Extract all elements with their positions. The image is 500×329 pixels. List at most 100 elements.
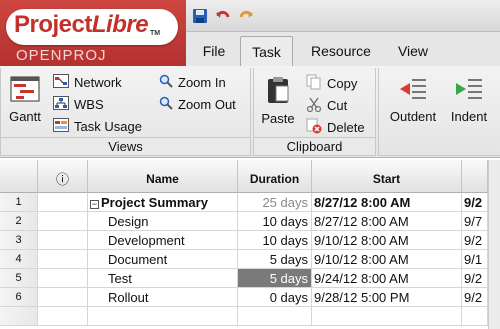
paste-label: Paste (261, 111, 295, 126)
info-cell[interactable] (38, 269, 88, 288)
save-icon[interactable] (190, 6, 210, 26)
task-name-cell[interactable]: Test (88, 269, 238, 288)
row-number[interactable] (0, 307, 38, 326)
info-cell[interactable] (38, 193, 88, 212)
table-row[interactable]: 1 − Project Summary 25 days 8/27/12 8:00 AM 9… (0, 193, 500, 212)
tab-task[interactable]: Task (240, 36, 293, 66)
wbs-button[interactable]: WBS (53, 96, 104, 113)
finish-cell[interactable]: 9/2 (462, 288, 488, 307)
delete-label: Delete (327, 120, 365, 135)
copy-button[interactable]: Copy (306, 74, 357, 93)
task-name: Document (108, 252, 168, 267)
gantt-label: Gantt (9, 109, 41, 124)
table-row[interactable]: 4 Document 5 days 9/10/12 8:00 AM 9/1 (0, 250, 500, 269)
row-number[interactable]: 3 (0, 231, 38, 250)
ribbon-tabs: File Task Resource View (186, 32, 500, 66)
delete-button[interactable]: Delete (306, 118, 365, 137)
duration-cell[interactable] (238, 307, 312, 326)
logo-trademark: TM (150, 30, 161, 37)
info-cell[interactable] (38, 212, 88, 231)
finish-cell[interactable]: 9/2 (462, 269, 488, 288)
task-name-cell[interactable]: Document (88, 250, 238, 269)
duration-cell[interactable]: 5 days (238, 269, 312, 288)
table-row[interactable]: 2 Design 10 days 8/27/12 8:00 AM 9/7 (0, 212, 500, 231)
duration-header[interactable]: Duration (238, 160, 312, 193)
quick-access-toolbar (186, 0, 500, 32)
finish-cell[interactable]: 9/7 (462, 212, 488, 231)
gantt-icon (10, 76, 40, 102)
task-name: Development (108, 233, 185, 248)
start-cell[interactable] (312, 307, 462, 326)
vertical-scrollbar[interactable] (488, 160, 500, 329)
tab-resource[interactable]: Resource (300, 36, 382, 66)
indent-icon (456, 79, 482, 99)
finish-cell[interactable] (462, 307, 488, 326)
table-row[interactable]: 6 Rollout 0 days 9/28/12 5:00 PM 9/2 (0, 288, 500, 307)
start-cell[interactable]: 9/10/12 8:00 AM (312, 250, 462, 269)
zoom-in-label: Zoom In (178, 75, 226, 90)
paste-icon (268, 77, 289, 103)
name-header[interactable]: Name (88, 160, 238, 193)
duration-cell[interactable]: 10 days (238, 231, 312, 250)
task-usage-icon (53, 118, 69, 135)
duration-cell[interactable]: 0 days (238, 288, 312, 307)
rownum-header (0, 160, 38, 193)
tab-file[interactable]: File (190, 36, 238, 66)
logo-italic-text: Libre (91, 11, 149, 38)
table-row[interactable] (0, 307, 500, 326)
indent-label: Indent (450, 109, 488, 124)
collapse-toggle-icon[interactable]: − (90, 200, 99, 209)
paste-button[interactable]: Paste (258, 76, 298, 126)
tab-view[interactable]: View (388, 36, 438, 66)
task-name-cell[interactable]: Rollout (88, 288, 238, 307)
finish-header[interactable] (462, 160, 488, 193)
network-icon (53, 74, 69, 91)
clipboard-group-label: Clipboard (254, 137, 375, 155)
gantt-button[interactable]: Gantt (5, 76, 45, 124)
task-name-cell[interactable]: Design (88, 212, 238, 231)
info-cell[interactable] (38, 288, 88, 307)
row-number[interactable]: 2 (0, 212, 38, 231)
duration-cell[interactable]: 5 days (238, 250, 312, 269)
views-group-label: Views (1, 137, 250, 155)
undo-icon[interactable] (213, 6, 233, 26)
network-label: Network (74, 75, 122, 90)
start-cell[interactable]: 9/24/12 8:00 AM (312, 269, 462, 288)
task-name-cell[interactable] (88, 307, 238, 326)
task-name-cell[interactable]: Development (88, 231, 238, 250)
info-cell[interactable] (38, 250, 88, 269)
wbs-label: WBS (74, 97, 104, 112)
task-usage-button[interactable]: Task Usage (53, 118, 142, 135)
task-table: ⓘ Name Duration Start 1− Project Summary 2… (0, 160, 500, 329)
cut-icon (306, 96, 322, 115)
start-cell[interactable]: 8/27/12 8:00 AM (312, 193, 462, 212)
table-row[interactable]: 5 Test 5 days 9/24/12 8:00 AM 9/2 (0, 269, 500, 288)
start-cell[interactable]: 8/27/12 8:00 AM (312, 212, 462, 231)
zoom-out-button[interactable]: Zoom Out (159, 96, 236, 113)
zoom-in-button[interactable]: Zoom In (159, 74, 226, 91)
outdent-button[interactable]: Outdent (385, 76, 441, 124)
finish-cell[interactable]: 9/1 (462, 250, 488, 269)
info-cell[interactable] (38, 307, 88, 326)
start-cell[interactable]: 9/10/12 8:00 AM (312, 231, 462, 250)
logo-main-text: Project (14, 11, 92, 38)
row-number[interactable]: 4 (0, 250, 38, 269)
finish-cell[interactable]: 9/2 (462, 193, 488, 212)
start-header[interactable]: Start (312, 160, 462, 193)
redo-icon[interactable] (236, 6, 256, 26)
duration-cell[interactable]: 25 days (238, 193, 312, 212)
finish-cell[interactable]: 9/2 (462, 231, 488, 250)
duration-cell[interactable]: 10 days (238, 212, 312, 231)
task-name-cell[interactable]: − Project Summary (88, 193, 238, 212)
start-cell[interactable]: 9/28/12 5:00 PM (312, 288, 462, 307)
info-header-icon[interactable]: ⓘ (38, 160, 88, 193)
table-row[interactable]: 3 Development 10 days 9/10/12 8:00 AM 9/2 (0, 231, 500, 250)
outdent-label: Outdent (389, 109, 437, 124)
row-number[interactable]: 6 (0, 288, 38, 307)
indent-button[interactable]: Indent (445, 76, 493, 124)
row-number[interactable]: 1 (0, 193, 38, 212)
cut-button[interactable]: Cut (306, 96, 347, 115)
network-button[interactable]: Network (53, 74, 122, 91)
info-cell[interactable] (38, 231, 88, 250)
row-number[interactable]: 5 (0, 269, 38, 288)
